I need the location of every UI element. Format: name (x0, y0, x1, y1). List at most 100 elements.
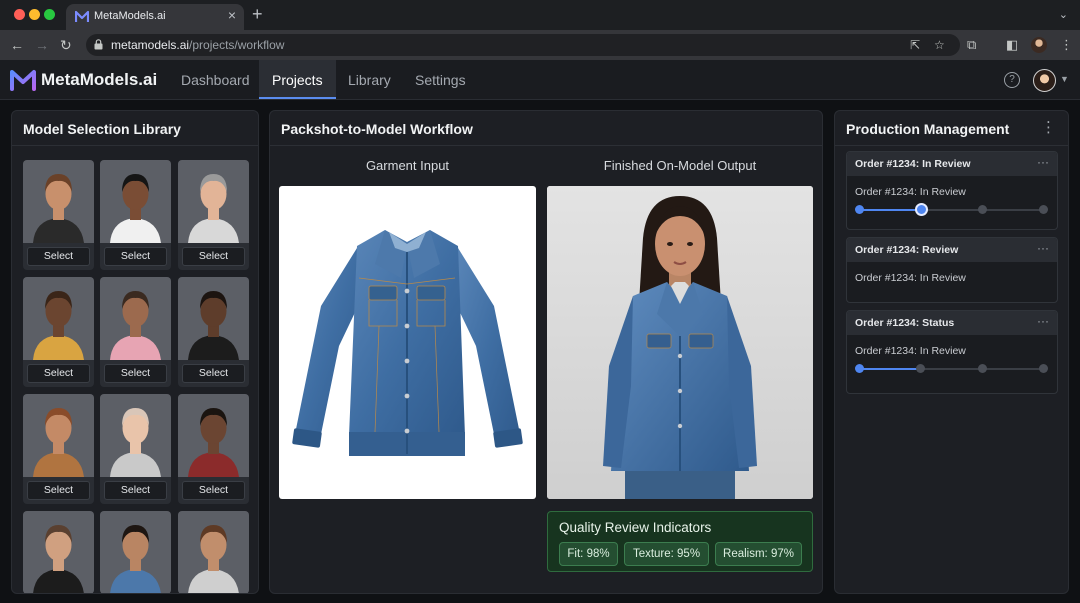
app-header: MetaModels.ai Dashboard Projects Library… (0, 60, 1080, 100)
model-portrait-image (100, 511, 171, 593)
model-portrait-image (100, 277, 171, 360)
model-card[interactable]: Select (100, 277, 171, 387)
garment-input-label: Garment Input (365, 158, 450, 173)
window-zoom-button[interactable] (44, 9, 55, 20)
bookmark-star-icon[interactable]: ☆ (934, 38, 945, 52)
model-card[interactable]: Select (100, 160, 171, 270)
select-model-button[interactable]: Select (27, 247, 90, 266)
brand-name[interactable]: MetaModels.ai (41, 70, 157, 90)
order-status-text: Order #1234: In Review (855, 186, 966, 198)
select-model-button[interactable]: Select (104, 364, 167, 383)
divider (835, 145, 1068, 146)
browser-toolbar: ← → ↻ metamodels.ai/projects/workflow ⇱ … (0, 30, 1080, 60)
user-avatar[interactable] (1033, 69, 1056, 92)
model-portrait-image (178, 160, 249, 243)
order-more-icon[interactable]: ··· (1037, 241, 1049, 255)
browser-menu-icon[interactable]: ⋮ (1060, 37, 1073, 53)
tab-search-chevron-icon[interactable]: ⌄ (1059, 8, 1068, 21)
nav-library[interactable]: Library (335, 60, 404, 99)
new-tab-icon[interactable]: + (252, 4, 263, 24)
account-chevron-down-icon[interactable]: ▼ (1060, 74, 1069, 84)
workflow-panel: Packshot-to-Model Workflow Garment Input… (269, 110, 823, 594)
order-card[interactable]: Order #1234: Status ··· Order #1234: In … (846, 310, 1058, 394)
model-card[interactable]: Select (178, 160, 249, 270)
panel-title: Production Management (846, 121, 1010, 137)
select-model-button[interactable]: Select (27, 364, 90, 383)
model-card[interactable] (100, 511, 171, 593)
lock-icon (94, 39, 103, 50)
select-model-button[interactable]: Select (182, 364, 245, 383)
model-card[interactable] (178, 511, 249, 593)
garment-input-image[interactable] (279, 186, 536, 499)
panel-title: Packshot-to-Model Workflow (281, 121, 473, 137)
reload-icon[interactable]: ↻ (60, 36, 72, 54)
nav-dashboard[interactable]: Dashboard (168, 60, 263, 99)
select-model-button[interactable]: Select (104, 481, 167, 500)
order-card[interactable]: Order #1234: Review ··· Order #1234: In … (846, 237, 1058, 303)
model-card[interactable]: Select (100, 394, 171, 504)
progress-node (1039, 205, 1048, 214)
model-card[interactable]: Select (178, 277, 249, 387)
share-icon[interactable]: ⇱ (910, 38, 920, 52)
nav-settings[interactable]: Settings (402, 60, 479, 99)
browser-tab[interactable]: MetaModels.ai × (66, 4, 244, 30)
divider (270, 145, 822, 146)
model-portrait-image (23, 277, 94, 360)
nav-projects[interactable]: Projects (259, 60, 336, 99)
window-close-button[interactable] (14, 9, 25, 20)
denim-jacket-image (292, 230, 523, 456)
metamodels-favicon-icon (75, 10, 89, 22)
select-model-button[interactable]: Select (182, 247, 245, 266)
divider (12, 145, 258, 146)
model-portrait-image (23, 394, 94, 477)
texture-score-chip: Texture: 95% (624, 542, 709, 566)
browser-profile-avatar[interactable] (1031, 37, 1047, 53)
order-progress-track (855, 203, 1048, 216)
order-more-icon[interactable]: ··· (1037, 314, 1049, 328)
model-card[interactable]: Select (23, 160, 94, 270)
back-arrow-icon[interactable]: ← (10, 36, 24, 54)
side-panel-icon[interactable]: ◧ (1006, 37, 1018, 53)
order-card-header: Order #1234: In Review ··· (847, 152, 1057, 176)
model-portrait-image (100, 394, 171, 477)
order-progress-track (855, 364, 1048, 373)
realism-score-chip: Realism: 97% (715, 542, 802, 566)
model-card[interactable] (23, 511, 94, 593)
model-card[interactable]: Select (23, 394, 94, 504)
progress-node (978, 205, 987, 214)
order-card-header: Order #1234: Review ··· (847, 238, 1057, 262)
select-model-button[interactable]: Select (104, 247, 167, 266)
window-minimize-button[interactable] (29, 9, 40, 20)
select-model-button[interactable]: Select (27, 481, 90, 500)
model-portrait-image (100, 160, 171, 243)
tab-title: MetaModels.ai (94, 10, 166, 22)
model-portrait-image (178, 511, 249, 593)
url-text: metamodels.ai/projects/workflow (111, 38, 285, 52)
order-more-icon[interactable]: ··· (1037, 155, 1049, 169)
on-model-output-image[interactable] (547, 186, 813, 499)
extensions-puzzle-icon[interactable]: ⧉ (967, 37, 976, 53)
tab-close-icon[interactable]: × (228, 7, 236, 23)
order-card[interactable]: Order #1234: In Review ··· Order #1234: … (846, 151, 1058, 230)
order-status-text: Order #1234: In Review (855, 272, 966, 284)
order-title: Order #1234: Status (855, 317, 955, 329)
panel-title: Model Selection Library (23, 121, 181, 137)
model-card[interactable]: Select (178, 394, 249, 504)
model-wearing-jacket-image (547, 186, 813, 499)
quality-review-title: Quality Review Indicators (559, 520, 712, 535)
forward-arrow-icon[interactable]: → (35, 36, 49, 54)
progress-node-current[interactable] (915, 203, 928, 216)
order-title: Order #1234: Review (855, 244, 959, 256)
model-card[interactable]: Select (23, 277, 94, 387)
progress-node (978, 364, 987, 373)
order-progress-fill (859, 209, 921, 211)
address-bar[interactable]: metamodels.ai/projects/workflow ⇱ ☆ (86, 34, 960, 56)
fit-score-chip: Fit: 98% (559, 542, 618, 566)
panel-menu-kebab-icon[interactable]: ⋮ (1041, 120, 1056, 135)
model-portrait-image (178, 277, 249, 360)
progress-node (916, 364, 925, 373)
production-management-panel: Production Management ⋮ Order #1234: In … (834, 110, 1069, 594)
select-model-button[interactable]: Select (182, 481, 245, 500)
help-icon[interactable]: ? (1004, 72, 1020, 88)
metamodels-logo-icon[interactable] (10, 69, 36, 91)
